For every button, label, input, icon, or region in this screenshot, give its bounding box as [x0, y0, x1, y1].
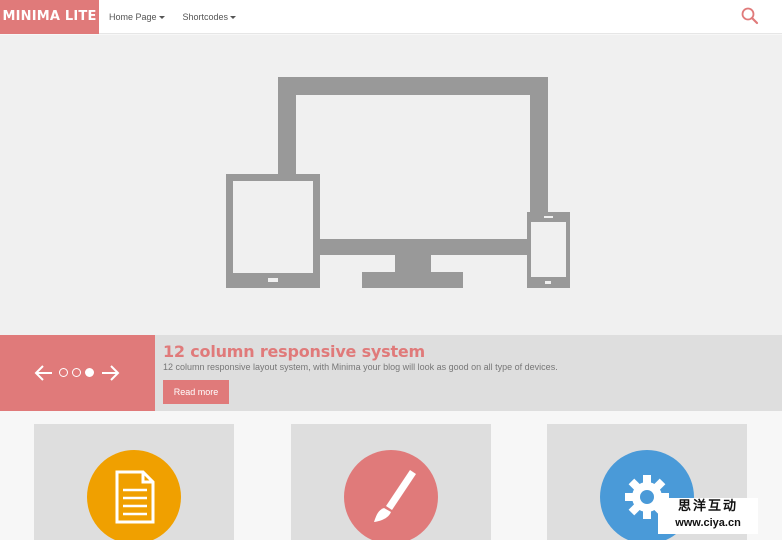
responsive-devices-icon: [226, 77, 570, 288]
top-header: MINIMA LITE Home Page Shortcodes: [0, 0, 782, 34]
watermark-url: www.ciya.cn: [675, 517, 741, 529]
phone-icon: [527, 212, 570, 288]
slider-dot-1[interactable]: [59, 368, 68, 377]
watermark: 思洋互动 www.ciya.cn: [658, 498, 758, 534]
arrow-right-icon[interactable]: [100, 363, 120, 383]
slider-caption: 12 column responsive system 12 column re…: [0, 335, 782, 411]
feature-circle: [87, 450, 181, 540]
main-nav: Home Page Shortcodes: [109, 0, 237, 34]
monitor-bezel: [320, 239, 528, 255]
nav-item-label: Home Page: [109, 12, 157, 22]
slider-controls: [0, 335, 155, 411]
watermark-text: 思洋互动: [677, 499, 738, 514]
chevron-down-icon: [230, 15, 237, 19]
nav-item-label: Shortcodes: [182, 12, 229, 22]
site-logo[interactable]: MINIMA LITE: [0, 0, 99, 34]
hero-section: [0, 35, 782, 335]
slider-dot-3[interactable]: [85, 368, 94, 377]
slide-title: 12 column responsive system: [163, 342, 426, 361]
paintbrush-icon: [374, 470, 416, 522]
chevron-down-icon: [158, 15, 165, 19]
slide-description: 12 column responsive layout system, with…: [163, 362, 558, 372]
feature-circle: [344, 450, 438, 540]
read-more-button[interactable]: Read more: [163, 380, 229, 404]
feature-box-document[interactable]: [34, 424, 234, 540]
feature-box-design[interactable]: [291, 424, 491, 540]
arrow-left-icon[interactable]: [34, 363, 54, 383]
document-icon: [115, 470, 155, 524]
nav-item-shortcodes[interactable]: Shortcodes: [183, 12, 237, 22]
tablet-icon: [226, 174, 320, 288]
nav-item-home-page[interactable]: Home Page: [109, 12, 165, 22]
search-icon[interactable]: [740, 6, 762, 28]
page: MINIMA LITE Home Page Shortcodes 12 colu…: [0, 0, 782, 540]
slider-dot-2[interactable]: [72, 368, 81, 377]
